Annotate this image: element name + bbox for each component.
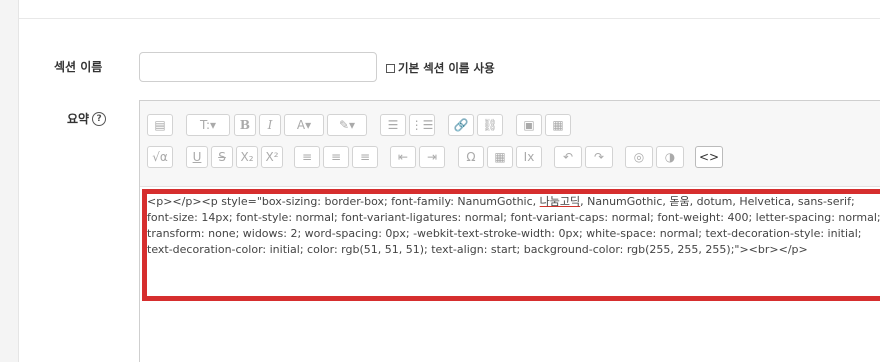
outdent-icon: ⇤ <box>397 150 409 164</box>
undo-button[interactable]: ↶ <box>554 146 582 168</box>
source-line-2: font-size: 14px; font-style: normal; fon… <box>147 211 880 224</box>
subscript-button[interactable]: X₂ <box>236 146 258 168</box>
align-right-icon: ≡ <box>359 150 371 164</box>
link-button[interactable]: 🔗 <box>448 114 474 136</box>
special-char-icon: Ω <box>466 150 476 164</box>
accessibility-check-button[interactable]: ◎ <box>625 146 653 168</box>
font-color-icon: A▾ <box>296 118 312 132</box>
media-button[interactable]: ▦ <box>545 114 571 136</box>
align-left-icon: ≡ <box>301 150 313 164</box>
numbered-list-icon: ⋮☰ <box>410 118 434 132</box>
align-right-button[interactable]: ≡ <box>352 146 378 168</box>
indent-icon: ⇥ <box>426 150 438 164</box>
unlink-icon: ⛓ <box>482 118 498 132</box>
source-line-4: text-decoration-color: initial; color: r… <box>147 243 808 256</box>
bullet-list-icon: ☰ <box>387 118 399 132</box>
checkbox-box[interactable] <box>386 63 395 73</box>
clear-format-icon: Ix <box>523 150 535 164</box>
summary-label-text: 요약 <box>67 112 90 126</box>
screenreader-button[interactable]: ◑ <box>656 146 684 168</box>
source-line-3: transform: none; widows: 2; word-spacing… <box>147 227 862 240</box>
summary-label: 요약 ? <box>67 110 107 127</box>
italic-button[interactable]: I <box>259 114 281 136</box>
font-color-button[interactable]: A▾ <box>284 114 324 136</box>
table-icon: ▦ <box>494 150 506 164</box>
indent-button[interactable]: ⇥ <box>419 146 445 168</box>
paragraph-style-button[interactable]: T:▾ <box>186 114 230 136</box>
summary-editor[interactable]: ▤ T:▾ B I A▾ ✎▾ ☰ ⋮☰ 🔗 ⛓ ▣ ▦ √α U S X₂ X… <box>139 100 880 362</box>
strikethrough-icon: S <box>218 150 226 164</box>
bold-icon: B <box>239 118 251 132</box>
source-line-1-start: <p></p><p style="box-sizing: border-box;… <box>147 195 540 208</box>
highlight-color-icon: ✎▾ <box>338 118 356 132</box>
paragraph-style-icon: T:▾ <box>199 118 217 132</box>
source-line-1-end: , NanumGothic, 돋움, dotum, Helvetica, san… <box>580 195 855 208</box>
special-char-button[interactable]: Ω <box>458 146 484 168</box>
strikethrough-button[interactable]: S <box>211 146 233 168</box>
html-source-icon: <> <box>698 150 720 164</box>
media-icon: ▦ <box>552 118 564 132</box>
redo-button[interactable]: ↷ <box>585 146 613 168</box>
numbered-list-button[interactable]: ⋮☰ <box>409 114 435 136</box>
default-section-name-checkbox[interactable]: 기본 섹션 이름 사용 <box>386 60 495 76</box>
equation-button[interactable]: √α <box>147 146 173 168</box>
italic-icon: I <box>267 118 273 132</box>
underline-button[interactable]: U <box>186 146 208 168</box>
unlink-button[interactable]: ⛓ <box>477 114 503 136</box>
section-name-label: 섹션 이름 <box>54 60 103 74</box>
subscript-icon: X₂ <box>240 150 254 164</box>
image-button[interactable]: ▣ <box>516 114 542 136</box>
editor-toolbar: ▤ T:▾ B I A▾ ✎▾ ☰ ⋮☰ 🔗 ⛓ ▣ ▦ √α U S X₂ X… <box>140 101 880 187</box>
screenreader-icon: ◑ <box>664 150 676 164</box>
equation-icon: √α <box>152 150 168 164</box>
highlight-color-button[interactable]: ✎▾ <box>327 114 367 136</box>
block-icon: ▤ <box>154 118 166 132</box>
section-name-input[interactable] <box>139 52 377 82</box>
align-center-icon: ≡ <box>330 150 342 164</box>
align-center-button[interactable]: ≡ <box>323 146 349 168</box>
source-line-1: <p></p><p style="box-sizing: border-box;… <box>147 194 880 210</box>
help-icon[interactable]: ? <box>92 111 107 126</box>
align-left-button[interactable]: ≡ <box>294 146 320 168</box>
spellcheck-word: 나눔고딕 <box>539 195 581 208</box>
clear-format-button[interactable]: Ix <box>516 146 542 168</box>
outdent-button[interactable]: ⇤ <box>390 146 416 168</box>
redo-icon: ↷ <box>593 150 605 164</box>
underline-icon: U <box>192 150 202 164</box>
block-button[interactable]: ▤ <box>147 114 173 136</box>
superscript-button[interactable]: X² <box>261 146 283 168</box>
section-edit-page: 섹션 이름 기본 섹션 이름 사용 요약 ? ▤ T:▾ B I A▾ ✎▾ ☰… <box>18 0 880 362</box>
undo-icon: ↶ <box>562 150 574 164</box>
table-button[interactable]: ▦ <box>487 146 513 168</box>
link-icon: 🔗 <box>453 118 469 132</box>
top-divider <box>19 18 880 19</box>
default-section-name-label: 기본 섹션 이름 사용 <box>398 61 495 75</box>
html-source-text[interactable]: <p></p><p style="box-sizing: border-box;… <box>147 194 880 258</box>
superscript-icon: X² <box>265 150 279 164</box>
accessibility-check-icon: ◎ <box>633 150 645 164</box>
image-icon: ▣ <box>523 118 535 132</box>
bold-button[interactable]: B <box>234 114 256 136</box>
bullet-list-button[interactable]: ☰ <box>380 114 406 136</box>
html-source-button[interactable]: <> <box>695 146 723 168</box>
